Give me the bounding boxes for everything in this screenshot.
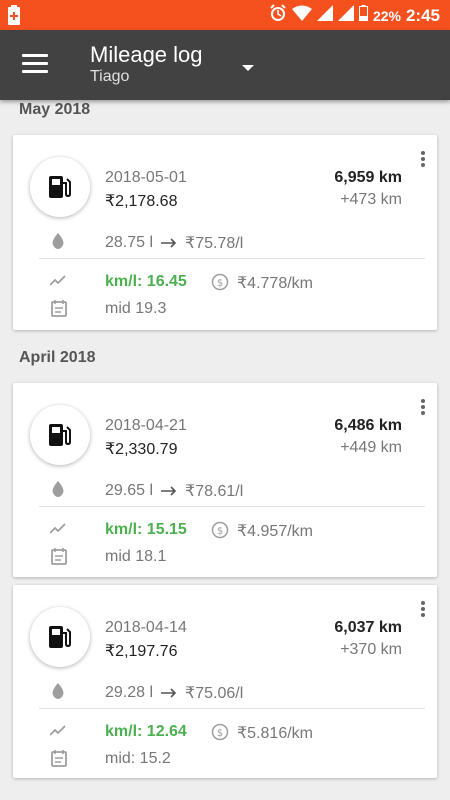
section-header-may-2018: May 2018 bbox=[19, 101, 91, 118]
cost-per-km: ₹4.957/km bbox=[237, 523, 313, 540]
entry-cost: ₹2,178.68 bbox=[105, 193, 178, 210]
fuel-pump-icon bbox=[30, 607, 90, 667]
coin-icon: $ bbox=[211, 723, 229, 746]
entry-date: 2018-04-21 bbox=[105, 417, 187, 434]
fuel-liters: 29.28 l bbox=[105, 684, 154, 701]
divider bbox=[39, 506, 425, 507]
entry-note: mid 18.1 bbox=[105, 548, 167, 565]
section-header-april-2018: April 2018 bbox=[19, 349, 96, 366]
fuel-price: ₹75.78/l bbox=[185, 235, 244, 252]
clock: 2:45 bbox=[405, 5, 440, 25]
entry-distance: +370 km bbox=[340, 641, 402, 658]
fuel-drop-icon bbox=[51, 481, 65, 502]
fuel-drop-icon bbox=[51, 233, 65, 254]
svg-text:$: $ bbox=[217, 278, 223, 289]
status-bar: 22% 2:45 bbox=[0, 0, 450, 30]
arrow-right-icon bbox=[161, 486, 177, 496]
fuel-price: ₹75.06/l bbox=[185, 685, 244, 702]
wifi-icon bbox=[291, 5, 312, 26]
vehicle-name: Tiago bbox=[90, 68, 130, 85]
trending-up-icon bbox=[49, 273, 66, 291]
note-icon bbox=[51, 299, 67, 322]
entry-card[interactable]: 2018-05-01 ₹2,178.68 6,959 km +473 km 28… bbox=[13, 135, 437, 330]
divider bbox=[39, 258, 425, 259]
battery-saver-icon bbox=[8, 5, 20, 30]
svg-text:$: $ bbox=[217, 526, 223, 537]
entry-date: 2018-04-14 bbox=[105, 619, 187, 636]
vehicle-dropdown-icon[interactable] bbox=[240, 60, 256, 71]
divider bbox=[39, 708, 425, 709]
entry-odometer: 6,486 km bbox=[334, 417, 402, 434]
trending-up-icon bbox=[49, 521, 66, 539]
entry-cost: ₹2,330.79 bbox=[105, 441, 178, 458]
title-block[interactable]: Mileage log Tiago bbox=[90, 42, 203, 86]
note-icon bbox=[51, 547, 67, 570]
fuel-liters: 29.65 l bbox=[105, 482, 154, 499]
coin-icon: $ bbox=[211, 273, 229, 296]
signal-icon bbox=[316, 5, 333, 26]
menu-icon[interactable] bbox=[22, 54, 48, 76]
cost-per-km: ₹4.778/km bbox=[237, 275, 313, 292]
entries-list[interactable]: May 2018 2018-05-01 ₹2,178.68 6,959 km +… bbox=[0, 100, 450, 800]
entry-distance: +449 km bbox=[340, 439, 402, 456]
more-options-icon[interactable] bbox=[421, 151, 425, 169]
note-icon bbox=[51, 749, 67, 772]
entry-date: 2018-05-01 bbox=[105, 169, 187, 186]
fuel-liters: 28.75 l bbox=[105, 234, 154, 251]
entry-odometer: 6,959 km bbox=[334, 169, 402, 186]
arrow-right-icon bbox=[161, 238, 177, 248]
signal-icon-2 bbox=[337, 5, 354, 26]
entry-distance: +473 km bbox=[340, 191, 402, 208]
entry-cost: ₹2,197.76 bbox=[105, 643, 178, 660]
mileage-value: km/l: 12.64 bbox=[105, 723, 187, 740]
arrow-right-icon bbox=[161, 688, 177, 698]
page-title: Mileage log bbox=[90, 42, 203, 67]
more-options-icon[interactable] bbox=[421, 399, 425, 417]
entry-card[interactable]: 2018-04-14 ₹2,197.76 6,037 km +370 km 29… bbox=[13, 585, 437, 778]
fuel-price: ₹78.61/l bbox=[185, 483, 244, 500]
fuel-drop-icon bbox=[51, 683, 65, 704]
alarm-icon bbox=[269, 4, 287, 27]
cost-per-km: ₹5.816/km bbox=[237, 725, 313, 742]
battery-percent: 22% bbox=[372, 7, 401, 24]
fuel-pump-icon bbox=[30, 157, 90, 217]
entry-note: mid 19.3 bbox=[105, 300, 167, 317]
coin-icon: $ bbox=[211, 521, 229, 544]
app-toolbar: Mileage log Tiago bbox=[0, 30, 450, 100]
trending-up-icon bbox=[49, 723, 66, 741]
mileage-value: km/l: 16.45 bbox=[105, 273, 187, 290]
more-options-icon[interactable] bbox=[421, 601, 425, 619]
fuel-pump-icon bbox=[30, 405, 90, 465]
entry-note: mid: 15.2 bbox=[105, 750, 171, 767]
entry-card[interactable]: 2018-04-21 ₹2,330.79 6,486 km +449 km 29… bbox=[13, 383, 437, 577]
mileage-value: km/l: 15.15 bbox=[105, 521, 187, 538]
svg-text:$: $ bbox=[217, 728, 223, 739]
battery-icon bbox=[358, 5, 368, 26]
entry-odometer: 6,037 km bbox=[334, 619, 402, 636]
